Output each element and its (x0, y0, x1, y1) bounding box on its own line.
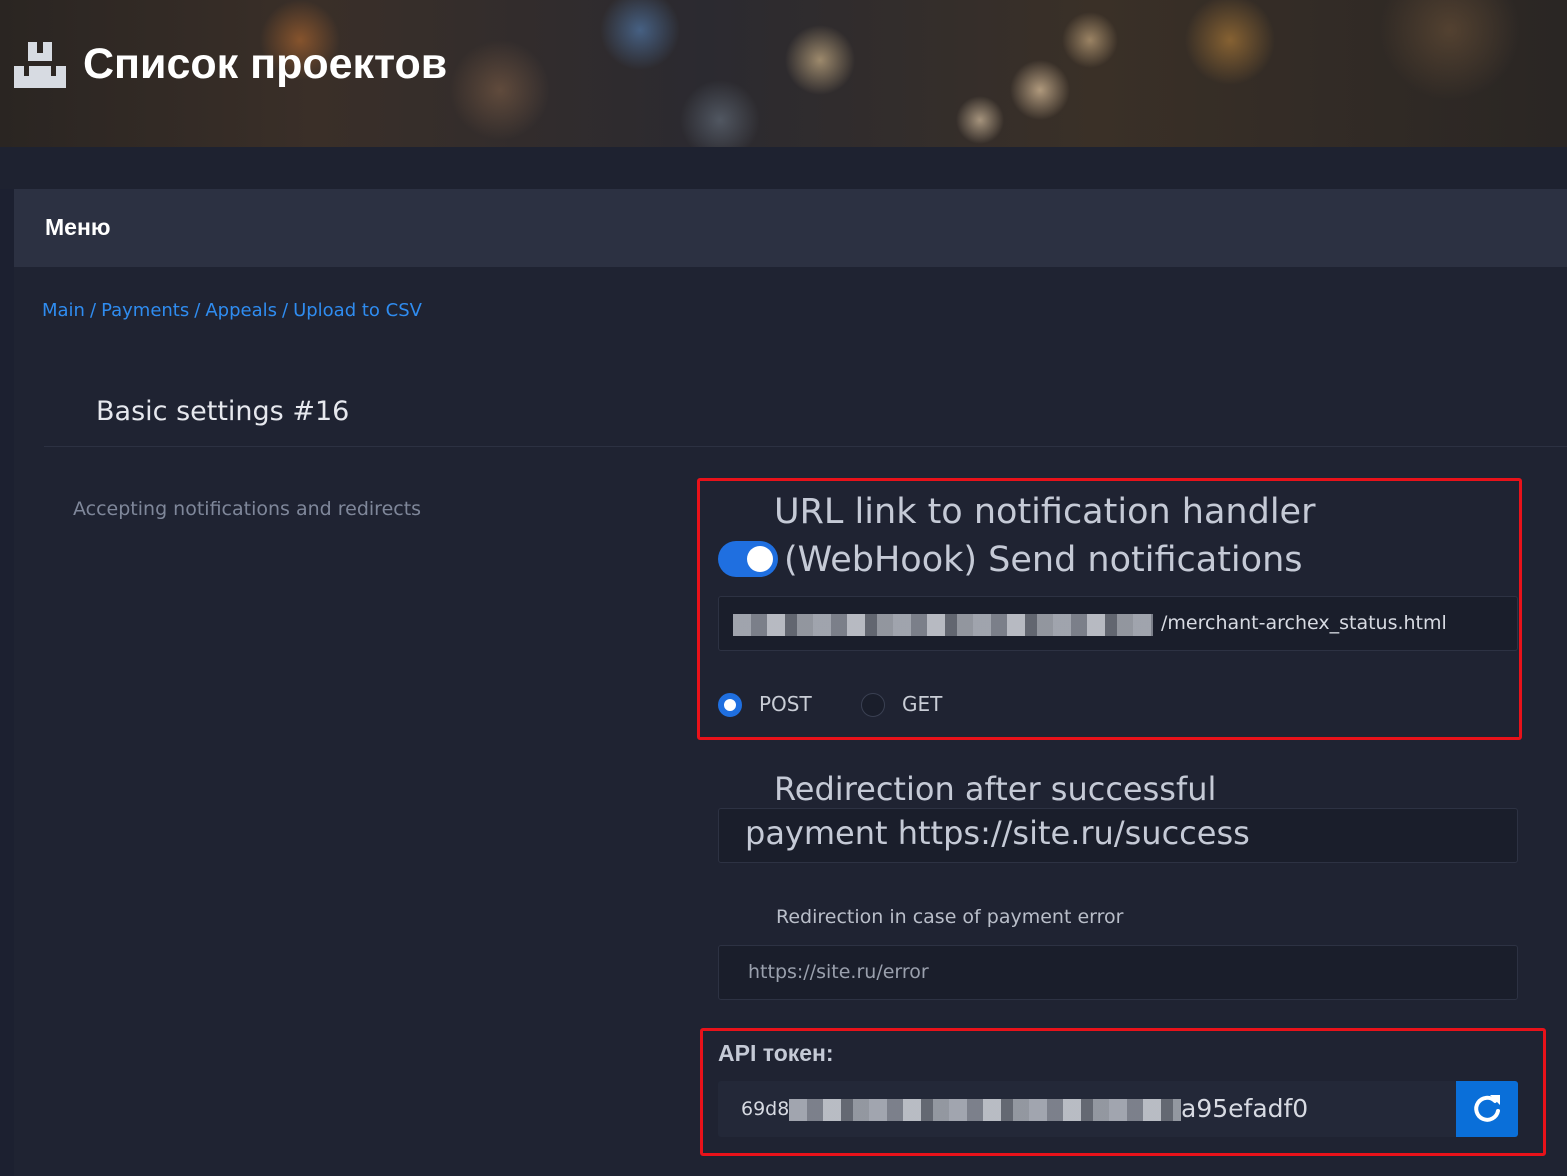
webhook-url-value: /merchant-archex_status.html (1161, 612, 1447, 634)
redacted-token-part (789, 1099, 1181, 1121)
sidebar-edge (0, 189, 14, 1176)
header-spacer (0, 147, 1567, 189)
radio-post[interactable] (718, 693, 742, 717)
success-redirect-label: Redirection after successful (774, 770, 1217, 808)
menu-title[interactable]: Меню (45, 214, 111, 241)
api-token-label: API токен: (718, 1040, 834, 1066)
error-redirect-label: Redirection in case of payment error (776, 906, 1124, 928)
breadcrumb-appeals[interactable]: Appeals (205, 300, 277, 321)
redacted-url-part (733, 614, 1153, 636)
toggle-knob (747, 546, 773, 572)
refresh-token-button[interactable] (1456, 1081, 1518, 1137)
section-title: Basic settings #16 (96, 396, 350, 427)
api-token-prefix: 69d8 (741, 1098, 790, 1120)
error-redirect-input[interactable]: https://site.ru/error (718, 945, 1518, 1000)
divider (44, 446, 1567, 447)
api-token-suffix: a95efadf0 (1181, 1094, 1309, 1123)
breadcrumb-payments[interactable]: Payments (101, 300, 189, 321)
webhook-toggle[interactable] (718, 541, 778, 577)
breadcrumb-separator: / (281, 300, 289, 321)
breadcrumb-main[interactable]: Main (42, 300, 85, 321)
radio-get-label[interactable]: GET (902, 692, 942, 716)
webhook-title-line2: (WebHook) Send notifications (784, 540, 1303, 580)
page-title: Список проектов (83, 40, 448, 88)
boxes-icon (14, 42, 66, 88)
breadcrumb-separator: / (194, 300, 201, 321)
api-token-input[interactable]: 69d8 a95efadf0 (718, 1081, 1458, 1137)
breadcrumb: Main / Payments / Appeals / Upload to CSV (42, 300, 422, 321)
menu-bar[interactable] (14, 189, 1567, 267)
breadcrumb-upload-csv[interactable]: Upload to CSV (293, 300, 422, 321)
success-redirect-value: payment https://site.ru/success (745, 814, 1250, 852)
webhook-url-input[interactable]: /merchant-archex_status.html (718, 596, 1518, 651)
error-redirect-placeholder: https://site.ru/error (748, 961, 929, 983)
radio-post-label[interactable]: POST (759, 692, 812, 716)
success-redirect-input[interactable]: payment https://site.ru/success (718, 808, 1518, 863)
refresh-icon (1474, 1095, 1500, 1122)
webhook-title-line1: URL link to notification handler (774, 492, 1316, 532)
section-subtitle: Accepting notifications and redirects (73, 498, 422, 520)
breadcrumb-separator: / (89, 300, 97, 321)
radio-get[interactable] (861, 693, 885, 717)
webhook-title: URL link to notification handler (WebHoo… (718, 488, 1508, 584)
